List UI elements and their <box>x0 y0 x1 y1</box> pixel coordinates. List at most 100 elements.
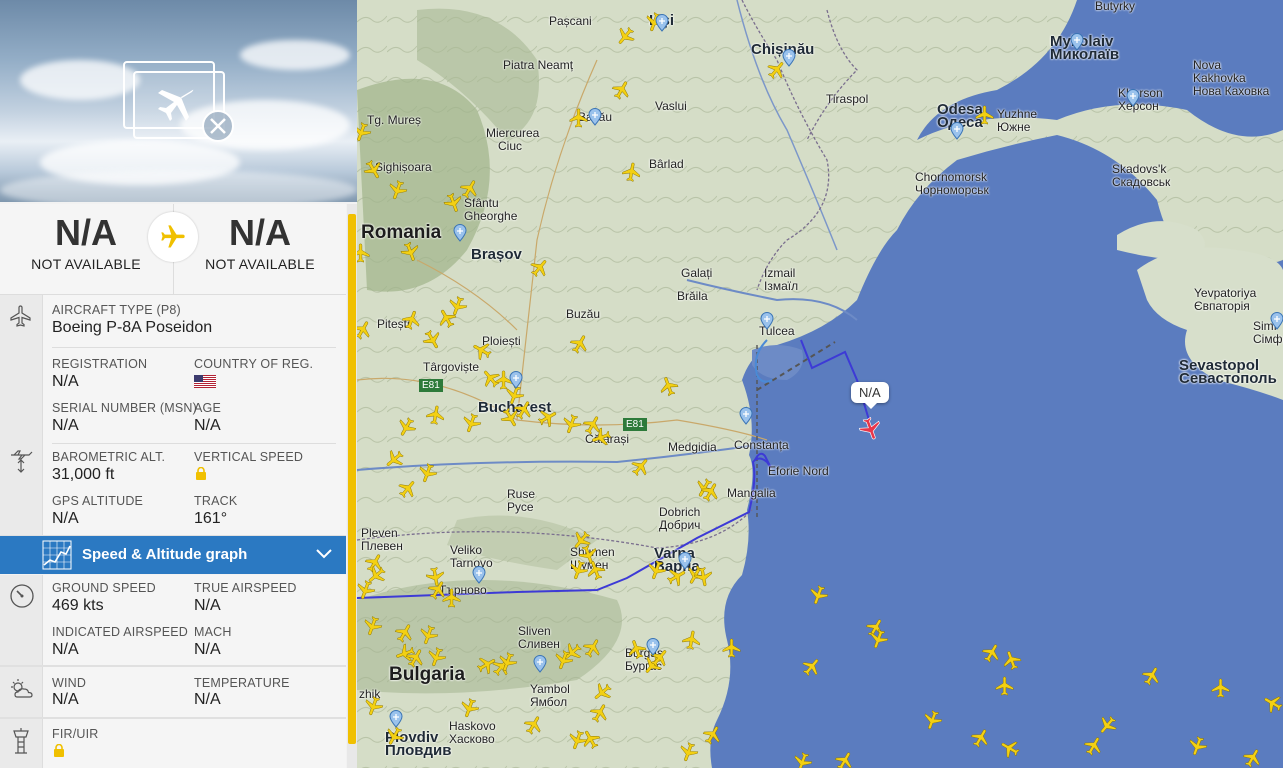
aircraft-icon[interactable] <box>395 416 417 438</box>
aircraft-icon[interactable] <box>421 329 443 351</box>
aircraft-icon[interactable] <box>700 481 722 503</box>
panel-scrollbar[interactable] <box>347 204 357 768</box>
airport-pin-icon[interactable] <box>739 407 753 425</box>
aircraft-icon[interactable] <box>974 104 996 126</box>
aircraft-icon[interactable] <box>834 750 856 768</box>
aircraft-icon[interactable] <box>460 412 482 434</box>
destination-code[interactable]: N/A <box>174 212 346 254</box>
aircraft-icon[interactable] <box>357 242 372 264</box>
airport-pin-icon[interactable] <box>588 108 602 126</box>
aircraft-icon[interactable] <box>681 629 703 651</box>
aircraft-icon[interactable] <box>645 559 667 581</box>
aircraft-icon[interactable] <box>614 25 636 47</box>
aircraft-icon[interactable] <box>970 727 992 749</box>
aircraft-icon[interactable] <box>383 725 405 747</box>
speed-altitude-graph-toggle[interactable]: Speed & Altitude graph <box>0 536 346 574</box>
aircraft-icon[interactable] <box>362 695 384 717</box>
aircraft-icon[interactable] <box>552 649 574 671</box>
aircraft-icon[interactable] <box>399 241 421 263</box>
aircraft-icon[interactable] <box>560 413 582 435</box>
aircraft-icon[interactable] <box>1096 714 1118 736</box>
aircraft-icon[interactable] <box>999 737 1021 759</box>
aircraft-icon[interactable] <box>499 407 521 429</box>
aircraft-icon[interactable] <box>867 628 889 650</box>
selected-flight-tag[interactable]: N/A <box>851 382 889 409</box>
aircraft-icon[interactable] <box>425 646 447 668</box>
aircraft-icon[interactable] <box>357 319 374 341</box>
aircraft-icon[interactable] <box>921 709 943 731</box>
aircraft-icon[interactable] <box>480 367 502 389</box>
aircraft-icon[interactable] <box>568 107 590 129</box>
lock-icon[interactable] <box>195 467 207 480</box>
aircraft-icon[interactable] <box>677 741 699 763</box>
aircraft-icon[interactable] <box>791 751 813 768</box>
aircraft-icon[interactable] <box>357 579 376 601</box>
airport-pin-icon[interactable] <box>1070 33 1084 51</box>
aircraft-icon[interactable] <box>658 375 680 397</box>
aircraft-icon[interactable] <box>401 309 423 331</box>
aircraft-icon[interactable] <box>1141 665 1163 687</box>
aircraft-icon[interactable] <box>621 161 643 183</box>
aircraft-icon[interactable] <box>476 654 498 676</box>
aircraft-icon[interactable] <box>405 647 427 669</box>
airport-pin-icon[interactable] <box>782 49 796 67</box>
aircraft-icon[interactable] <box>523 714 545 736</box>
aircraft-icon[interactable] <box>436 307 458 329</box>
aircraft-icon[interactable] <box>1083 735 1105 757</box>
aircraft-icon[interactable] <box>801 656 823 678</box>
lock-icon[interactable] <box>53 744 65 757</box>
scrollbar-thumb[interactable] <box>348 214 356 744</box>
aircraft-icon[interactable] <box>496 651 518 673</box>
aircraft-icon[interactable] <box>529 257 551 279</box>
aircraft-icon[interactable] <box>994 675 1016 697</box>
origin-code[interactable]: N/A <box>0 212 172 254</box>
airport-pin-icon[interactable] <box>678 552 692 570</box>
airport-pin-icon[interactable] <box>646 638 660 656</box>
aircraft-icon[interactable] <box>591 681 613 703</box>
aircraft-icon[interactable] <box>630 456 652 478</box>
aircraft-icon[interactable] <box>383 448 405 470</box>
aircraft-icon[interactable] <box>585 559 607 581</box>
airport-pin-icon[interactable] <box>1270 312 1283 330</box>
aircraft-icon[interactable] <box>459 178 481 200</box>
aircraft-icon[interactable] <box>362 159 384 181</box>
aircraft-icon[interactable] <box>416 462 438 484</box>
aircraft-icon[interactable] <box>692 566 714 588</box>
aircraft-icon[interactable] <box>589 702 611 724</box>
aircraft-icon[interactable] <box>386 179 408 201</box>
aircraft-icon[interactable] <box>1186 735 1208 757</box>
airport-pin-icon[interactable] <box>655 14 669 32</box>
airport-pin-icon[interactable] <box>472 566 486 584</box>
aircraft-icon[interactable] <box>702 724 724 746</box>
airport-pin-icon[interactable] <box>389 710 403 728</box>
aircraft-icon[interactable] <box>1242 747 1264 768</box>
aircraft-icon[interactable] <box>580 728 602 750</box>
aircraft-icon[interactable] <box>721 637 743 659</box>
airport-pin-icon[interactable] <box>1126 89 1140 107</box>
aircraft-icon[interactable] <box>582 637 604 659</box>
selected-aircraft-icon[interactable] <box>857 416 883 442</box>
aircraft-icon[interactable] <box>611 79 633 101</box>
aircraft-icon[interactable] <box>397 478 419 500</box>
aircraft-icon[interactable] <box>1262 692 1283 714</box>
airport-pin-icon[interactable] <box>533 655 547 673</box>
aircraft-icon[interactable] <box>807 584 829 606</box>
aircraft-icon[interactable] <box>569 333 591 355</box>
airport-pin-icon[interactable] <box>509 371 523 389</box>
aircraft-icon[interactable] <box>417 624 439 646</box>
airport-pin-icon[interactable] <box>453 224 467 242</box>
airport-pin-icon[interactable] <box>760 312 774 330</box>
aircraft-icon[interactable] <box>471 339 493 361</box>
airport-pin-icon[interactable] <box>950 122 964 140</box>
aircraft-icon[interactable] <box>1210 677 1232 699</box>
aircraft-icon[interactable] <box>425 404 447 426</box>
aircraft-icon[interactable] <box>441 587 463 609</box>
aircraft-icon[interactable] <box>590 426 612 448</box>
aircraft-icon[interactable] <box>394 622 416 644</box>
flight-map[interactable]: Pașcani Iași Chișinău MykolaivМиколаїв P… <box>357 0 1283 768</box>
aircraft-icon[interactable] <box>1001 649 1023 671</box>
aircraft-icon[interactable] <box>357 121 372 143</box>
aircraft-icon[interactable] <box>458 697 480 719</box>
aircraft-icon[interactable] <box>537 407 559 429</box>
aircraft-icon[interactable] <box>981 642 1003 664</box>
